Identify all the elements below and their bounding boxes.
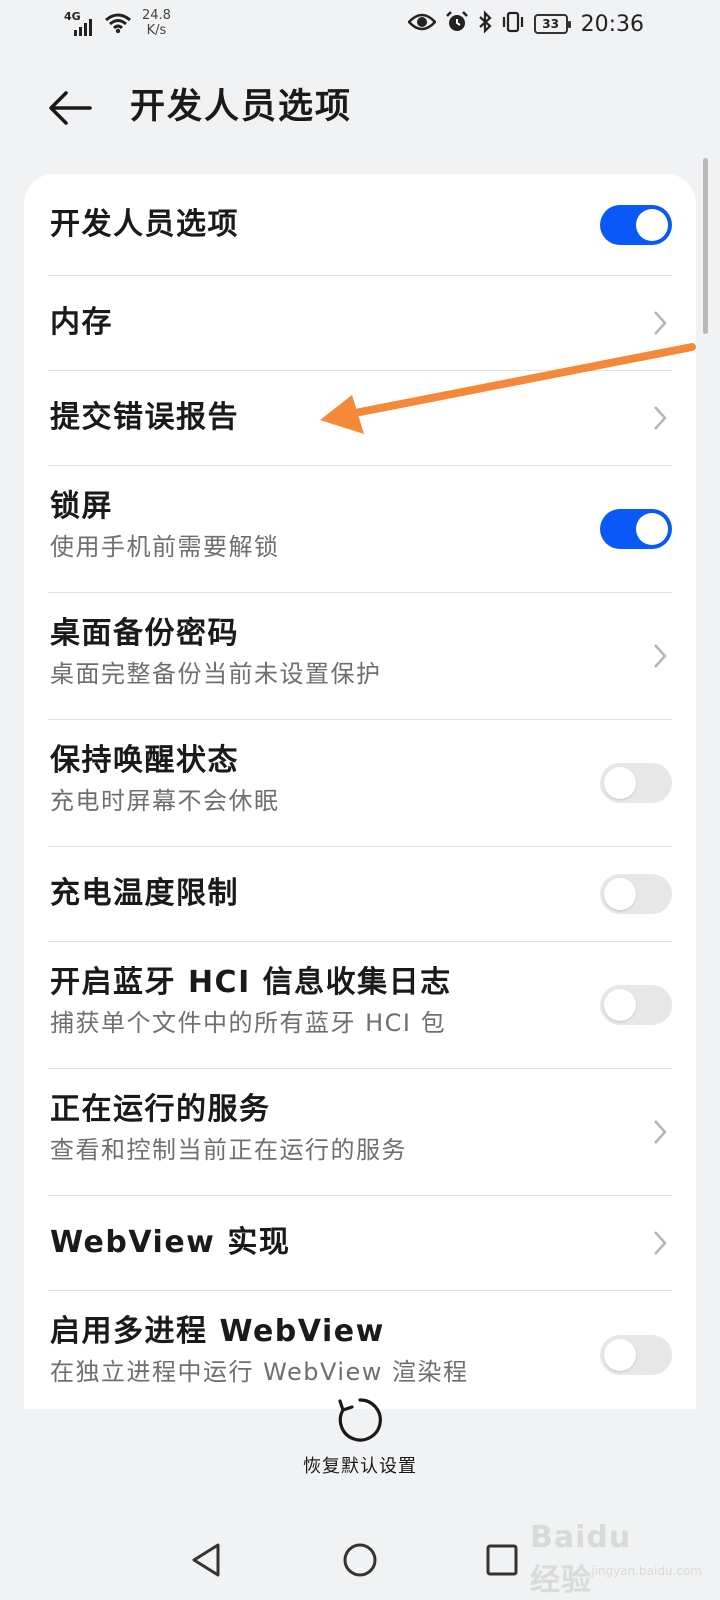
setting-running-services[interactable]: 正在运行的服务 查看和控制当前正在运行的服务 [48,1069,672,1196]
page-title: 开发人员选项 [130,87,353,127]
nav-home-icon [343,1543,377,1577]
setting-memory[interactable]: 内存 [48,276,672,371]
toggle-knob [636,513,668,545]
nav-recents-icon [486,1544,518,1576]
signal-icon: 4G [62,8,98,36]
setting-webview-implementation[interactable]: WebView 实现 [48,1196,672,1291]
row-subtitle: 使用手机前需要解锁 [50,533,280,561]
reset-icon [338,1398,382,1442]
row-title: 锁屏 [50,489,113,524]
row-title: 充电温度限制 [50,876,239,911]
row-text: 正在运行的服务 查看和控制当前正在运行的服务 [50,1090,582,1166]
row-text: 提交错误报告 [50,398,582,438]
toggle-knob [636,208,668,241]
status-left: 4G 24.8 K/s [62,8,171,38]
bluetooth-hci-toggle[interactable] [600,985,672,1025]
setting-bug-report[interactable]: 提交错误报告 [48,371,672,466]
row-subtitle: 捕获单个文件中的所有蓝牙 HCI 包 [50,1009,447,1037]
settings-list: 开发人员选项 内存 提交错误报告 锁屏 使用手机前需要解锁 桌面备份密码 桌面完… [24,174,696,1409]
network-speed: 24.8 K/s [142,8,171,38]
row-subtitle: 在独立进程中运行 WebView 渲染程 [50,1358,469,1386]
developer-options-toggle[interactable] [600,204,672,245]
status-bar: 4G 24.8 K/s 33 20:36 [0,0,720,48]
chevron-right-icon [654,406,667,430]
chevron-right-icon [654,644,667,668]
toggle-knob [604,989,636,1021]
baidu-watermark: Baidu经验 jingyan.baidu.com [530,1520,710,1598]
toggle-knob [604,1338,636,1371]
toggle-knob [604,878,636,910]
speed-value: 24.8 [142,8,171,23]
nav-home-button[interactable] [332,1532,388,1588]
setting-developer-options[interactable]: 开发人员选项 [48,174,672,276]
row-title: 保持唤醒状态 [50,743,239,778]
setting-charging-temperature-limit[interactable]: 充电温度限制 [48,847,672,942]
header: 开发人员选项 [0,70,720,142]
row-title: 启用多进程 WebView [50,1314,385,1349]
screen: 4G 24.8 K/s 33 20:36 开发人员选项 开发人员选项 内存 提交… [0,0,720,1600]
stay-awake-toggle[interactable] [600,763,672,803]
row-text: 保持唤醒状态 充电时屏幕不会休眠 [50,741,582,817]
row-text: 开发人员选项 [50,205,582,245]
row-text: 启用多进程 WebView 在独立进程中运行 WebView 渲染程 [50,1312,582,1388]
chevron-right-icon [654,1120,667,1144]
screen-lock-toggle[interactable] [600,509,672,549]
row-subtitle: 充电时屏幕不会休眠 [50,787,280,815]
setting-desktop-backup-password[interactable]: 桌面备份密码 桌面完整备份当前未设置保护 [48,593,672,720]
bluetooth-icon [478,10,492,38]
row-subtitle: 查看和控制当前正在运行的服务 [50,1136,407,1164]
battery-level: 33 [542,17,559,31]
battery-icon: 33 [533,14,571,34]
clock: 20:36 [580,11,644,37]
wifi-icon [104,12,132,38]
restore-defaults-label: 恢复默认设置 [303,1456,417,1477]
row-title: 开启蓝牙 HCI 信息收集日志 [50,965,452,1000]
scrollbar[interactable] [703,158,708,334]
multiprocess-webview-toggle[interactable] [600,1334,672,1375]
row-title: 正在运行的服务 [50,1092,271,1127]
setting-stay-awake[interactable]: 保持唤醒状态 充电时屏幕不会休眠 [48,720,672,847]
nav-recents-button[interactable] [474,1532,530,1588]
back-button[interactable] [44,82,96,134]
restore-defaults-button[interactable]: 恢复默认设置 [270,1392,450,1492]
alarm-icon [445,10,469,38]
chevron-right-icon [654,1231,667,1255]
row-text: 桌面备份密码 桌面完整备份当前未设置保护 [50,614,582,690]
row-title: WebView 实现 [50,1225,291,1260]
watermark-logo: Baidu经验 [530,1520,632,1598]
row-title: 内存 [50,305,113,340]
vibrate-icon [501,10,525,38]
watermark-url: jingyan.baidu.com [591,1564,702,1578]
row-text: 内存 [50,303,582,343]
setting-screen-lock[interactable]: 锁屏 使用手机前需要解锁 [48,466,672,593]
setting-bluetooth-hci-log[interactable]: 开启蓝牙 HCI 信息收集日志 捕获单个文件中的所有蓝牙 HCI 包 [48,942,672,1069]
row-title: 开发人员选项 [50,207,239,242]
row-text: 充电温度限制 [50,874,582,914]
row-text: WebView 实现 [50,1223,582,1263]
eye-icon [406,12,437,36]
row-text: 锁屏 使用手机前需要解锁 [50,487,582,563]
nav-back-button[interactable] [178,1532,234,1588]
row-text: 开启蓝牙 HCI 信息收集日志 捕获单个文件中的所有蓝牙 HCI 包 [50,963,582,1039]
row-subtitle: 桌面完整备份当前未设置保护 [50,660,382,688]
charging-temperature-toggle[interactable] [600,874,672,914]
status-right: 33 20:36 [406,10,644,38]
speed-unit: K/s [146,23,167,38]
row-title: 桌面备份密码 [50,616,239,651]
back-arrow-icon [49,91,92,125]
chevron-right-icon [654,311,667,335]
toggle-knob [604,767,636,799]
row-title: 提交错误报告 [50,400,239,435]
nav-back-icon [192,1543,220,1577]
